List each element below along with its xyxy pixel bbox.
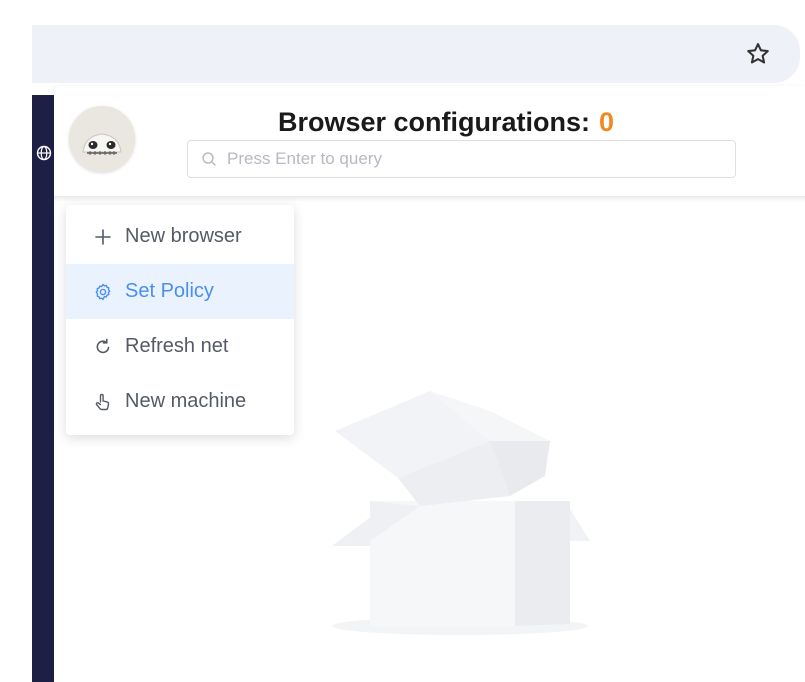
menu-item-set-policy[interactable]: Set Policy <box>66 264 294 319</box>
address-bar[interactable] <box>32 25 800 83</box>
menu-item-new-machine[interactable]: New machine <box>66 374 294 429</box>
menu-item-label: Refresh net <box>125 335 229 357</box>
menu-item-label: Set Policy <box>125 280 214 302</box>
config-count: 0 <box>599 106 615 137</box>
title-label: Browser configurations: <box>278 106 591 137</box>
header-divider <box>54 196 805 202</box>
page-title: Browser configurations: 0 <box>278 104 614 140</box>
refresh-icon <box>96 338 110 353</box>
plus-icon <box>95 228 111 245</box>
search-icon <box>202 152 216 166</box>
action-menu: New browser Set Policy Refresh net New m… <box>66 205 294 435</box>
star-outline-icon[interactable] <box>740 36 776 72</box>
globe-icon[interactable] <box>36 145 52 161</box>
menu-item-label: New machine <box>125 390 247 412</box>
empty-box-icon <box>320 366 600 641</box>
hand-pointer-icon <box>95 393 110 410</box>
menu-item-new-browser[interactable]: New browser <box>66 209 294 264</box>
search-box[interactable] <box>187 140 736 178</box>
menu-item-label: New browser <box>125 225 242 247</box>
search-input[interactable] <box>227 149 707 169</box>
gear-icon <box>95 283 111 300</box>
avatar[interactable] <box>69 106 135 172</box>
menu-item-refresh-net[interactable]: Refresh net <box>66 319 294 374</box>
side-strip <box>32 95 54 682</box>
